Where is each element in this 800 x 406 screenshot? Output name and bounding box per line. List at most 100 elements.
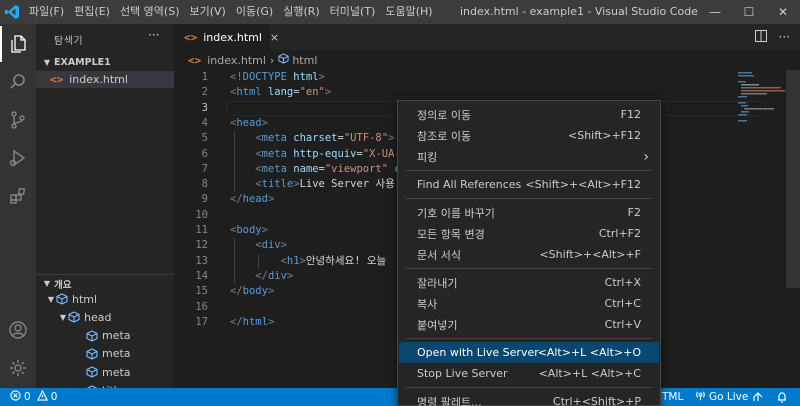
- context-menu-item[interactable]: 피킹 ›: [399, 146, 659, 167]
- menu-item-shortcut: Ctrl+<Shift>+P: [552, 395, 641, 406]
- menu-item-label: 참조로 이동: [417, 129, 472, 143]
- extensions-icon[interactable]: [0, 178, 36, 214]
- menu-item-6[interactable]: 터미널(T): [325, 0, 381, 24]
- symbol-cube-icon: [86, 366, 98, 378]
- line-number: 1: [201, 71, 208, 83]
- explorer-icon[interactable]: [0, 26, 36, 62]
- run-debug-icon[interactable]: [0, 140, 36, 176]
- menu-item-2[interactable]: 선택 영역(S): [115, 0, 185, 24]
- close-window-button[interactable]: ✕: [766, 0, 800, 24]
- context-menu-item[interactable]: Stop Live Server <Alt>+L <Alt>+C: [399, 363, 659, 384]
- tab-bar: <> index.html × ···: [174, 24, 800, 50]
- menu-item-7[interactable]: 도움말(H): [380, 0, 437, 24]
- breadcrumb-symbol[interactable]: html: [292, 54, 317, 67]
- notifications-bell-icon[interactable]: [776, 388, 788, 406]
- code-token: http-equiv: [286, 147, 357, 160]
- outline-item[interactable]: ▼ html: [36, 290, 97, 308]
- settings-gear-icon[interactable]: [0, 350, 36, 386]
- code-token: div: [267, 269, 287, 282]
- language-mode[interactable]: TML: [662, 388, 683, 406]
- code-token: body: [242, 285, 268, 298]
- chevron-down-icon: ▼: [43, 57, 51, 67]
- menu-item-label: 피킹: [417, 150, 438, 164]
- menu-item-shortcut: <Alt>+L <Alt>+O: [537, 346, 641, 359]
- search-icon[interactable]: [0, 64, 36, 100]
- context-menu-item[interactable]: 문서 서식 <Shift>+<Alt>+F: [399, 244, 659, 265]
- more-actions-icon[interactable]: ···: [779, 30, 790, 44]
- context-menu-item[interactable]: 모든 항목 변경 Ctrl+F2: [399, 223, 659, 244]
- menu-item-label: 복사: [417, 297, 438, 311]
- minimap[interactable]: [738, 70, 786, 130]
- minimize-button[interactable]: —: [698, 0, 732, 24]
- code-token: >: [267, 285, 275, 298]
- context-menu-item[interactable]: 정의로 이동 F12: [399, 104, 659, 125]
- menu-separator: [406, 338, 652, 339]
- tab-index-html[interactable]: <> index.html ×: [174, 24, 279, 50]
- breadcrumb-file[interactable]: index.html: [207, 54, 266, 67]
- outline-item[interactable]: meta: [36, 345, 131, 363]
- close-tab-icon[interactable]: ×: [270, 31, 279, 44]
- code-token: "viewport": [324, 162, 389, 175]
- outline-label: html: [72, 292, 98, 306]
- menu-item-label: 붙여넣기: [417, 318, 458, 332]
- context-menu-item[interactable]: 기호 이름 바꾸기 F2: [399, 202, 659, 223]
- code-token: html: [242, 315, 268, 328]
- file-item-index-html[interactable]: <> index.html: [36, 71, 174, 88]
- menu-item-5[interactable]: 실행(R): [278, 0, 324, 24]
- context-menu: 정의로 이동 F12 참조로 이동 <Shift>+F12 피킹 › Find All Re…: [397, 100, 661, 406]
- code-token: head: [242, 193, 268, 206]
- live-share-icon[interactable]: [752, 388, 764, 406]
- chevron-down-icon: ▼: [59, 312, 67, 322]
- code-token: 안녕하세요! 오늘: [305, 254, 387, 267]
- outline-item[interactable]: ▼ head: [36, 308, 112, 326]
- outline-item[interactable]: meta: [36, 363, 131, 381]
- context-menu-item[interactable]: Find All References <Shift>+<Alt>+F12: [399, 174, 659, 195]
- scrollbar-thumb[interactable]: [786, 70, 800, 288]
- menu-item-1[interactable]: 편집(E): [69, 0, 115, 24]
- context-menu-item[interactable]: Open with Live Server <Alt>+L <Alt>+O: [399, 342, 659, 363]
- line-number: 14: [195, 269, 208, 282]
- line-content: <html lang="en">: [230, 85, 331, 100]
- outline-item[interactable]: meta: [36, 327, 131, 345]
- line-content: </div>: [230, 269, 293, 284]
- menu-item-4[interactable]: 이동(G): [231, 0, 278, 24]
- context-menu-item[interactable]: 붙여넣기 Ctrl+V: [399, 314, 659, 335]
- menu-item-shortcut: <Shift>+F12: [568, 129, 641, 142]
- context-menu-item[interactable]: 복사 Ctrl+C: [399, 293, 659, 314]
- line-content: <head>: [230, 116, 268, 131]
- menu-item-3[interactable]: 보기(V): [184, 0, 230, 24]
- menu-item-0[interactable]: 파일(F): [24, 0, 69, 24]
- broadcast-icon: [695, 390, 706, 404]
- account-icon[interactable]: [0, 312, 36, 348]
- split-editor-icon[interactable]: [754, 29, 767, 45]
- menu-item-shortcut: F2: [627, 206, 641, 219]
- menu-item-shortcut: <Shift>+<Alt>+F12: [525, 178, 641, 191]
- context-menu-item[interactable]: 잘라내기 Ctrl+X: [399, 272, 659, 293]
- title-bar: 파일(F) 편집(E) 선택 영역(S) 보기(V) 이동(G) 실행(R) 터미널(T) 도…: [0, 0, 800, 24]
- file-name: index.html: [69, 73, 128, 86]
- go-live-button[interactable]: Go Live: [695, 388, 748, 406]
- outline-label: head: [84, 310, 112, 324]
- breadcrumb-separator: ›: [269, 53, 275, 67]
- menu-separator: [406, 198, 652, 199]
- symbol-cube-icon: [56, 293, 68, 305]
- folder-header[interactable]: ▼ EXAMPLE1: [36, 54, 174, 70]
- code-token: name: [286, 162, 319, 175]
- problems-indicator[interactable]: 0 0: [10, 388, 57, 406]
- source-control-icon[interactable]: [0, 102, 36, 138]
- more-actions-icon[interactable]: ···: [148, 28, 159, 42]
- menu-item-shortcut: Ctrl+F2: [598, 227, 641, 240]
- explorer-title: 탐색기: [54, 36, 84, 47]
- menu-item-shortcut: Ctrl+X: [604, 276, 641, 289]
- line-content: <div>: [230, 238, 287, 253]
- context-menu-item[interactable]: 참조로 이동 <Shift>+F12: [399, 125, 659, 146]
- code-token: >: [280, 239, 287, 252]
- menu-item-label: Find All References: [417, 178, 522, 191]
- context-menu-item[interactable]: 명령 팔레트... Ctrl+<Shift>+P: [399, 391, 659, 406]
- line-number: 10: [195, 208, 208, 221]
- maximize-button[interactable]: ☐: [732, 0, 766, 24]
- code-token: html: [236, 86, 262, 99]
